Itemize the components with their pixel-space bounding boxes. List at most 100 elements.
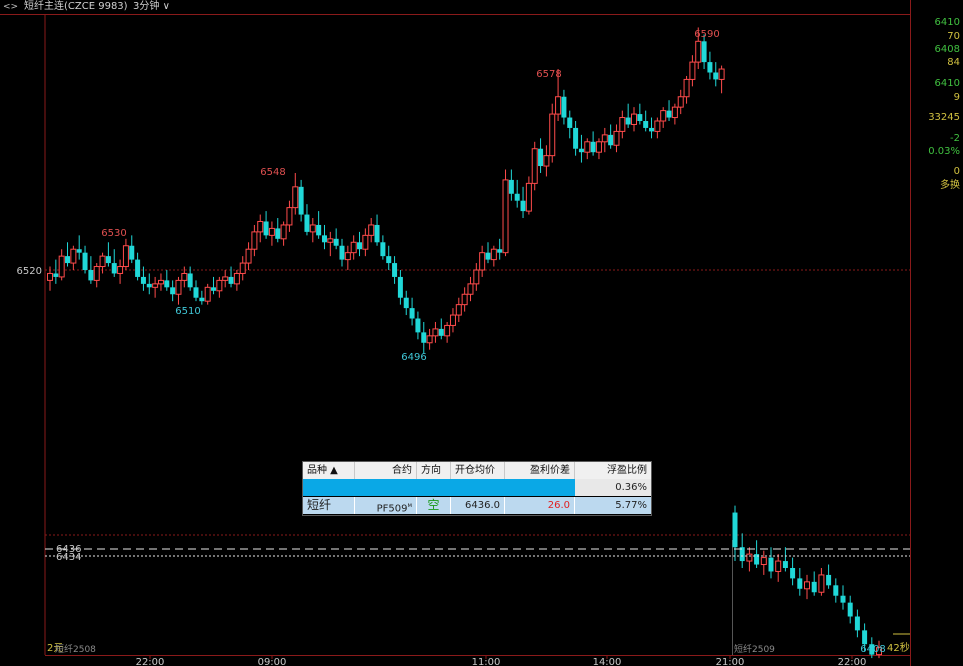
candle-2508-body-32 bbox=[233, 272, 240, 285]
candle-2508-body-16 bbox=[140, 276, 146, 284]
candle-2508-body-35 bbox=[251, 231, 258, 250]
candle-2508-body-34 bbox=[245, 248, 252, 264]
header-direction[interactable]: 方向 bbox=[417, 462, 451, 479]
candle-2508-body-1 bbox=[53, 273, 59, 277]
candle-2508-body-62 bbox=[409, 308, 415, 319]
candle-2508-body-74 bbox=[479, 252, 486, 271]
candle-2509-body-11 bbox=[811, 581, 817, 593]
candle-2508-body-65 bbox=[426, 335, 433, 344]
x-tick-label-1: 09:00 bbox=[258, 657, 287, 666]
price-annotation-0: 6530 bbox=[101, 228, 126, 239]
header-open-price[interactable]: 开仓均价 bbox=[451, 462, 505, 479]
candle-2508-body-5 bbox=[76, 249, 82, 253]
price-annotation-5: 6590 bbox=[694, 29, 719, 40]
candle-2508-body-18 bbox=[152, 283, 159, 288]
candle-2508-body-56 bbox=[374, 224, 380, 243]
price-annotation-4: 6578 bbox=[536, 69, 561, 80]
candle-2508-body-104 bbox=[654, 120, 661, 132]
side-quote-8: 0.03% bbox=[928, 146, 960, 157]
candle-2508-body-15 bbox=[135, 259, 141, 277]
candle-2508-body-59 bbox=[392, 263, 398, 277]
candle-2508-body-112 bbox=[701, 41, 707, 63]
candle-2509-body-6 bbox=[775, 560, 782, 572]
candle-2508-body-114 bbox=[713, 72, 719, 80]
candle-2508-body-67 bbox=[438, 328, 444, 336]
last-price-label: 6434 bbox=[56, 552, 81, 563]
candle-2508-body-102 bbox=[643, 121, 649, 128]
candle-2508-body-0 bbox=[47, 272, 53, 281]
candle-2508-body-55 bbox=[368, 224, 375, 236]
candle-2508-body-86 bbox=[549, 113, 556, 157]
price-annotation-1: 6510 bbox=[175, 306, 200, 317]
side-quote-4: 6410 bbox=[934, 78, 960, 89]
position-direction: 空 bbox=[417, 497, 451, 514]
candle-2509-body-5 bbox=[768, 557, 774, 572]
side-quote-10: 多换 bbox=[940, 180, 960, 191]
candle-2509-body-0 bbox=[732, 512, 738, 548]
candle-2508-body-85 bbox=[543, 155, 550, 167]
header-variety[interactable]: 品种 ▲ bbox=[303, 462, 355, 479]
candle-2508-body-105 bbox=[660, 110, 667, 122]
candle-2509-body-8 bbox=[790, 567, 796, 579]
candle-2508-body-87 bbox=[555, 96, 562, 115]
candle-2508-body-13 bbox=[122, 245, 129, 268]
candle-2508-body-72 bbox=[467, 283, 474, 295]
candle-2508-body-47 bbox=[321, 235, 327, 243]
candle-2508-body-40 bbox=[280, 224, 287, 240]
total-ratio: 0.36% bbox=[615, 482, 647, 493]
candle-2509-body-9 bbox=[797, 578, 803, 589]
candle-2508-body-115 bbox=[718, 68, 725, 80]
position-profit-diff: 26.0 bbox=[505, 497, 575, 514]
x-tick-label-5: 22:00 bbox=[838, 657, 867, 666]
x-tick-label-4: 21:00 bbox=[716, 657, 745, 666]
x-tick-label-2: 11:00 bbox=[472, 657, 501, 666]
candle-2508-body-57 bbox=[380, 242, 386, 257]
candle-2508-body-89 bbox=[567, 117, 573, 128]
candle-2508-body-68 bbox=[444, 324, 451, 337]
candle-2508-body-50 bbox=[339, 245, 345, 260]
candle-2508-body-10 bbox=[105, 256, 111, 264]
position-open-price: 6436.0 bbox=[451, 497, 505, 514]
candle-2508-body-20 bbox=[164, 280, 170, 288]
side-quote-1: 70 bbox=[947, 31, 960, 42]
candle-2508-body-49 bbox=[333, 238, 339, 246]
candle-2508-body-91 bbox=[578, 148, 584, 153]
candle-2509-body-2 bbox=[746, 553, 753, 562]
kline-chart[interactable]: 652022:00 09:00 11:00 14:00 21:00 22:00643664… bbox=[0, 0, 911, 666]
candle-2508-body-97 bbox=[613, 130, 620, 146]
candle-2508-body-94 bbox=[595, 141, 602, 153]
candle-2508-body-6 bbox=[82, 252, 88, 270]
candle-2508-body-30 bbox=[222, 276, 229, 281]
candle-2508-body-80 bbox=[514, 193, 520, 201]
countdown-label: 42秒 bbox=[887, 641, 910, 654]
candle-2509-body-14 bbox=[833, 585, 839, 596]
candle-2509-body-16 bbox=[847, 602, 853, 617]
segment-label-2509: 短纤2509 bbox=[734, 643, 775, 655]
candle-2508-body-77 bbox=[497, 249, 503, 253]
candle-2508-body-42 bbox=[292, 186, 299, 209]
candle-2509-body-10 bbox=[804, 581, 810, 590]
candle-2508-body-27 bbox=[204, 286, 211, 302]
position-row[interactable]: 短纤 PF509м 空 6436.0 26.0 5.77% bbox=[303, 497, 651, 514]
position-panel[interactable]: 品种 ▲ 合约 方向 开仓均价 盈利价差 浮盈比例 0.36% 短纤 PF509… bbox=[302, 461, 652, 516]
candle-2508-body-22 bbox=[175, 279, 182, 295]
header-ratio[interactable]: 浮盈比例 bbox=[575, 462, 651, 479]
candle-2508-body-60 bbox=[397, 276, 403, 298]
candle-2508-body-41 bbox=[286, 207, 293, 226]
candle-2508-body-76 bbox=[490, 248, 497, 261]
header-contract[interactable]: 合约 bbox=[355, 462, 417, 479]
side-quote-3: 84 bbox=[947, 57, 960, 68]
candle-2508-body-83 bbox=[531, 148, 538, 184]
header-profit-diff[interactable]: 盈利价差 bbox=[505, 462, 575, 479]
candle-2508-body-90 bbox=[573, 127, 579, 149]
candle-2508-body-110 bbox=[689, 61, 696, 80]
candle-2508-body-93 bbox=[590, 141, 596, 153]
candle-2508-body-103 bbox=[649, 127, 655, 132]
candle-2508-body-111 bbox=[695, 40, 702, 63]
side-quote-6: 33245 bbox=[928, 112, 960, 123]
candle-2508-body-39 bbox=[275, 228, 281, 239]
candle-2508-body-23 bbox=[181, 272, 188, 281]
candle-2508-body-19 bbox=[157, 279, 164, 285]
candle-2508-body-69 bbox=[449, 314, 456, 326]
x-tick-label-3: 14:00 bbox=[593, 657, 622, 666]
